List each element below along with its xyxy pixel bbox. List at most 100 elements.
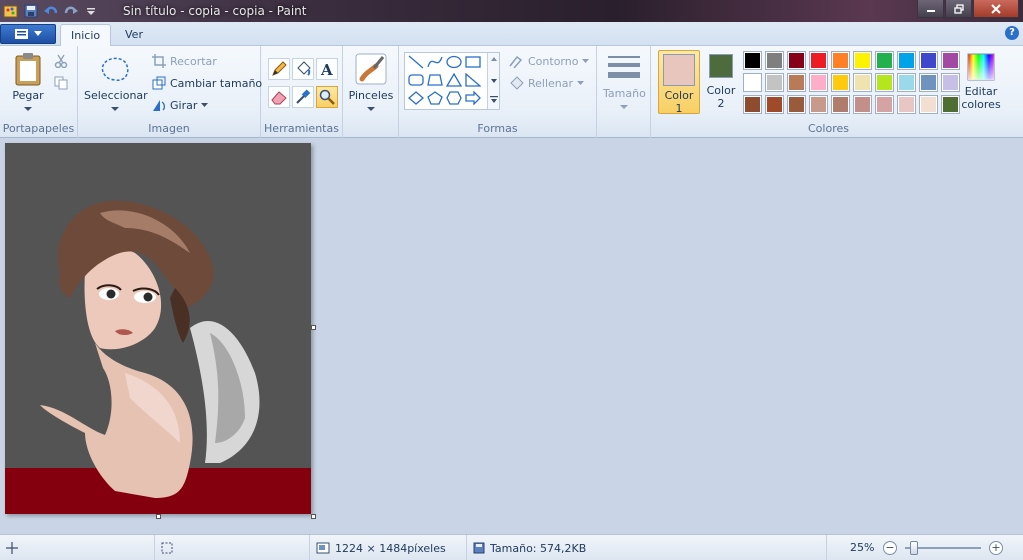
select-button[interactable]: Seleccionar — [84, 52, 148, 115]
zoom-slider-thumb[interactable] — [910, 541, 918, 555]
hexagon-shape[interactable] — [445, 90, 463, 106]
edit-colors-button[interactable]: Editar colores — [961, 52, 1001, 111]
restore-button[interactable] — [945, 0, 972, 18]
fill-label: Rellenar — [528, 76, 574, 90]
paste-button[interactable]: Pegar — [8, 52, 48, 115]
crop-button[interactable]: Recortar — [152, 54, 217, 68]
rounded-rectangle-shape[interactable] — [407, 72, 425, 88]
brushes-button[interactable]: Pinceles — [347, 52, 395, 115]
tab-inicio[interactable]: Inicio — [60, 24, 112, 46]
palette-color-swatch[interactable] — [787, 51, 806, 70]
outline-button[interactable]: Contorno — [508, 54, 590, 68]
color2-button[interactable]: Color 2 — [705, 54, 737, 110]
palette-color-swatch[interactable] — [941, 73, 960, 92]
cut-button[interactable] — [54, 54, 68, 68]
canvas-resize-handle-bottom[interactable] — [156, 514, 161, 519]
right-triangle-shape[interactable] — [464, 72, 482, 88]
pentagon-shape[interactable] — [426, 90, 444, 106]
palette-color-swatch[interactable] — [787, 95, 806, 114]
drawing-canvas[interactable] — [5, 143, 311, 514]
image-size-icon — [316, 542, 330, 554]
minimize-button[interactable] — [917, 0, 944, 18]
edit-colors-label: Editar — [964, 85, 998, 98]
palette-color-swatch[interactable] — [743, 51, 762, 70]
palette-color-swatch[interactable] — [941, 95, 960, 114]
chevron-down-icon — [24, 107, 32, 111]
palette-color-swatch[interactable] — [765, 95, 784, 114]
group-label-imagen: Imagen — [148, 122, 190, 135]
polygon-shape[interactable] — [426, 72, 444, 88]
palette-color-swatch[interactable] — [743, 95, 762, 114]
svg-text:A: A — [320, 61, 333, 77]
palette-color-swatch[interactable] — [831, 95, 850, 114]
zoom-in-button[interactable]: + — [989, 541, 1003, 555]
palette-color-swatch[interactable] — [897, 51, 916, 70]
zoom-out-button[interactable]: − — [883, 541, 897, 555]
fill-shape-button[interactable]: Rellenar — [508, 76, 585, 90]
palette-color-swatch[interactable] — [875, 51, 894, 70]
close-button[interactable] — [973, 0, 1019, 18]
palette-color-swatch[interactable] — [831, 73, 850, 92]
chevron-down-icon — [34, 31, 42, 36]
palette-color-swatch[interactable] — [875, 95, 894, 114]
palette-color-swatch[interactable] — [853, 73, 872, 92]
palette-color-swatch[interactable] — [743, 73, 762, 92]
palette-color-swatch[interactable] — [787, 73, 806, 92]
palette-color-swatch[interactable] — [765, 73, 784, 92]
diamond-shape[interactable] — [407, 90, 425, 106]
group-label-herramientas: Herramientas — [264, 122, 339, 135]
rotate-button[interactable]: Girar — [152, 98, 209, 112]
paint-menu-button[interactable] — [0, 24, 56, 44]
paint-menu-icon — [15, 29, 28, 39]
paint-app-icon[interactable] — [2, 2, 20, 20]
text-tool[interactable]: A — [316, 58, 338, 80]
status-bar: 1224 × 1484píxeles Tamaño: 574,2KB 25% −… — [0, 534, 1023, 560]
help-icon[interactable]: ? — [1005, 26, 1019, 40]
rectangle-shape[interactable] — [464, 54, 482, 70]
color-picker-tool[interactable] — [292, 86, 314, 108]
canvas-resize-handle-right[interactable] — [311, 325, 316, 330]
resize-icon — [152, 76, 166, 90]
palette-color-swatch[interactable] — [765, 51, 784, 70]
palette-color-swatch[interactable] — [897, 73, 916, 92]
group-imagen: Seleccionar Recortar Cambiar tamaño Gira… — [78, 46, 262, 138]
palette-color-swatch[interactable] — [919, 51, 938, 70]
palette-color-swatch[interactable] — [809, 51, 828, 70]
palette-color-swatch[interactable] — [897, 95, 916, 114]
palette-color-swatch[interactable] — [809, 95, 828, 114]
line-shape[interactable] — [407, 54, 425, 70]
resize-button[interactable]: Cambiar tamaño — [152, 76, 262, 90]
crosshair-icon — [6, 542, 18, 554]
palette-color-swatch[interactable] — [853, 95, 872, 114]
palette-color-swatch[interactable] — [875, 73, 894, 92]
palette-color-swatch[interactable] — [941, 51, 960, 70]
eraser-tool[interactable] — [268, 86, 290, 108]
quick-access-toolbar — [0, 0, 100, 22]
redo-icon[interactable] — [62, 2, 80, 20]
pencil-tool[interactable] — [268, 58, 290, 80]
tab-ver[interactable]: Ver — [115, 24, 153, 46]
outline-icon — [509, 55, 523, 68]
arrow-right-shape[interactable] — [464, 90, 482, 106]
shapes-scrollbar[interactable] — [487, 53, 499, 109]
fill-tool[interactable] — [292, 58, 314, 80]
oval-shape[interactable] — [445, 54, 463, 70]
customize-qat-icon[interactable] — [82, 2, 100, 20]
size-button[interactable]: Tamaño — [603, 54, 646, 113]
save-icon[interactable] — [22, 2, 40, 20]
fill-icon — [510, 76, 524, 90]
palette-color-swatch[interactable] — [831, 51, 850, 70]
palette-color-swatch[interactable] — [919, 95, 938, 114]
color1-button[interactable]: Color 1 — [658, 50, 700, 115]
triangle-shape[interactable] — [445, 72, 463, 88]
curve-shape[interactable] — [426, 54, 444, 70]
undo-icon[interactable] — [42, 2, 60, 20]
paste-label: Pegar — [12, 89, 44, 102]
group-label-colores: Colores — [808, 122, 849, 135]
magnifier-tool[interactable] — [316, 86, 338, 108]
palette-color-swatch[interactable] — [853, 51, 872, 70]
canvas-resize-handle-corner[interactable] — [311, 514, 316, 519]
copy-button[interactable] — [54, 76, 68, 90]
palette-color-swatch[interactable] — [809, 73, 828, 92]
palette-color-swatch[interactable] — [919, 73, 938, 92]
